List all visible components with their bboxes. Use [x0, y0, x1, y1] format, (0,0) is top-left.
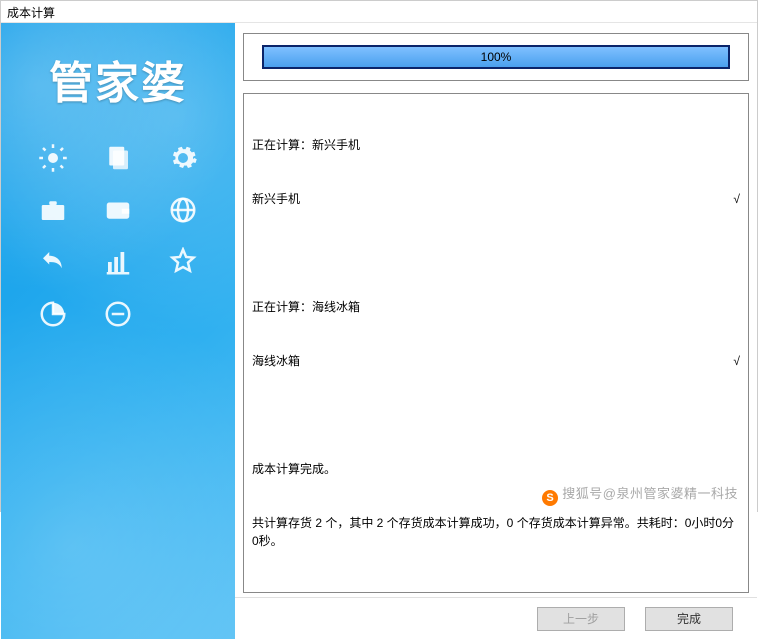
log-panel: 正在计算：新兴手机 新兴手机 √ 正在计算：海线冰箱 海线冰箱 √ 成本计算完成… — [243, 93, 749, 593]
main-panel: 100% 正在计算：新兴手机 新兴手机 √ 正在计算：海线冰箱 海线冰箱 √ — [235, 23, 757, 639]
finish-button[interactable]: 完成 — [645, 607, 733, 631]
star-icon — [166, 245, 200, 279]
content-area: 管家婆 100% — [1, 23, 757, 639]
wallet-icon — [101, 193, 135, 227]
progress-label: 100% — [264, 47, 728, 67]
window-title: 成本计算 — [1, 1, 757, 23]
log-line-complete: 成本计算完成。 — [252, 460, 740, 478]
log-line-summary: 共计算存货 2 个，其中 2 个存货成本计算成功，0 个存货成本计算异常。共耗时… — [252, 514, 740, 550]
cost-calc-window: 成本计算 管家婆 — [0, 0, 758, 512]
gear-icon — [166, 141, 200, 175]
log-line: 正在计算：海线冰箱 — [252, 298, 740, 316]
brand-logo: 管家婆 — [1, 23, 235, 121]
sun-icon — [36, 141, 70, 175]
sidebar-icon-grid — [1, 121, 235, 331]
globe-icon — [166, 193, 200, 227]
button-row: 上一步 完成 — [235, 597, 757, 639]
log-check-icon: √ — [733, 352, 740, 370]
undo-icon — [36, 245, 70, 279]
pie-chart-icon — [36, 297, 70, 331]
bar-chart-icon — [101, 245, 135, 279]
progress-panel: 100% — [243, 33, 749, 81]
minus-circle-icon — [101, 297, 135, 331]
log-item-name: 新兴手机 — [252, 190, 300, 208]
log-line: 正在计算：新兴手机 — [252, 136, 740, 154]
documents-icon — [101, 141, 135, 175]
sidebar: 管家婆 — [1, 23, 235, 639]
briefcase-icon — [36, 193, 70, 227]
log-check-icon: √ — [733, 190, 740, 208]
back-button[interactable]: 上一步 — [537, 607, 625, 631]
progress-bar: 100% — [262, 45, 730, 69]
log-item-name: 海线冰箱 — [252, 352, 300, 370]
